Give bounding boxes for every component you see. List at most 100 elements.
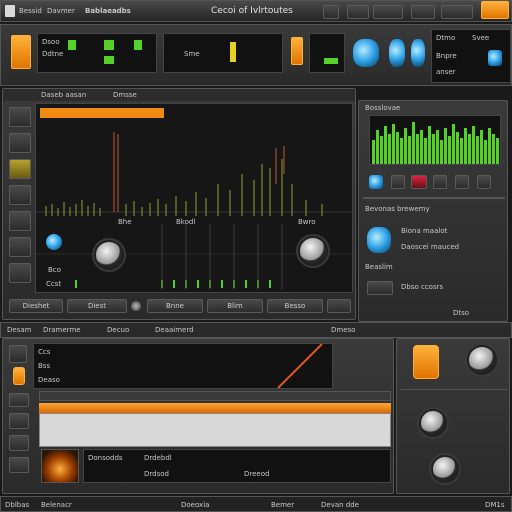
status-label-3: Doeoxia — [181, 501, 210, 509]
footer-button-2[interactable]: Diest — [67, 299, 127, 313]
sidebar-button-6[interactable] — [9, 237, 31, 257]
mixer-side-button-4[interactable] — [9, 413, 29, 429]
right-display-label-3: Bnpre — [436, 52, 457, 60]
mixer-header-label-3: Decuo — [107, 326, 130, 334]
status-label-1: Dblbas — [5, 501, 30, 509]
status-bar: Dblbas Belenacr Doeoxia Bemer Devan dde … — [0, 496, 512, 512]
editor-header-field: Dmsse — [113, 91, 137, 99]
footer-button-1[interactable]: Dieshet — [9, 299, 63, 313]
mixer-side-button-6[interactable] — [9, 457, 29, 473]
status-label-2: Belenacr — [41, 501, 72, 509]
editor-canvas[interactable]: Bhe Bkodl Bwro Bco Ccst — [35, 103, 353, 293]
window-title: Cecoi of Ivlrtoutes — [211, 6, 293, 16]
right-display-indicator — [488, 50, 502, 66]
transport-orange-fader[interactable] — [291, 37, 303, 65]
track-lanes: Donsodds Drdebdl Drdsod Dreeod — [83, 449, 391, 483]
toolbar-button-d[interactable] — [411, 5, 435, 19]
rack-orange-switch[interactable] — [413, 345, 439, 379]
status-label-6: DM1s — [485, 501, 505, 509]
editor-knob-left[interactable] — [94, 240, 124, 270]
spectrum-bottom-label: Dtso — [453, 309, 470, 317]
rack-knob-2[interactable] — [419, 409, 447, 437]
sidebar-button-5[interactable] — [9, 211, 31, 231]
timeline-lane[interactable] — [39, 413, 391, 447]
editor-blue-button[interactable] — [46, 234, 62, 250]
toolbar-button-a[interactable] — [323, 5, 339, 19]
editor-tab-3[interactable]: Bwro — [298, 218, 316, 226]
spectrum-control-3[interactable] — [411, 175, 427, 189]
spectrum-caption-1: Bevonas brewemy — [365, 205, 430, 213]
rack-divider — [401, 389, 507, 390]
footer-button-4[interactable]: Blim — [207, 299, 263, 313]
transport-display-label-2: Ddtne — [42, 50, 64, 58]
footer-button-5[interactable]: Besso — [267, 299, 323, 313]
mixer-side-button-3[interactable] — [9, 393, 29, 407]
timeline-ruler — [39, 391, 391, 401]
editor-knob-right[interactable] — [298, 236, 328, 266]
automation-line — [277, 344, 323, 389]
timeline-orange-track[interactable] — [39, 403, 391, 413]
level-meter-1 — [68, 40, 76, 50]
sidebar-button-1[interactable] — [9, 107, 31, 127]
right-display-label-1: Dtmo — [436, 34, 456, 42]
track-thumbnail[interactable] — [41, 449, 79, 483]
transport-display-right — [309, 33, 345, 73]
top-label-1[interactable]: Bessid — [19, 7, 42, 15]
spectrum-control-4[interactable] — [433, 175, 447, 189]
footer-button-6[interactable] — [327, 299, 351, 313]
monitor-knob-2[interactable] — [389, 39, 405, 67]
transport-play-button[interactable] — [11, 35, 31, 69]
level-meter-3 — [134, 40, 142, 50]
transport-section: Dsoo Ddtne Sme Dtmo Svee Bnpre anser — [0, 24, 512, 86]
transport-indicator — [230, 42, 236, 62]
spectrum-control-2[interactable] — [391, 175, 405, 189]
status-label-5: Devan dde — [321, 501, 359, 509]
editor-knob-readout-2: Ccst — [46, 280, 62, 288]
spectrum-control-1[interactable] — [369, 175, 383, 189]
editor-sidebar — [7, 103, 33, 313]
spectrum-header: Bosslovae — [365, 104, 401, 112]
top-label-2[interactable]: Davmer — [47, 7, 75, 15]
rack-knob-1[interactable] — [467, 345, 497, 375]
knob-rack — [396, 338, 510, 494]
transport-display-label-3: Sme — [184, 50, 200, 58]
editor-waveform — [36, 132, 352, 290]
top-label-3[interactable]: Bablaeadbs — [85, 7, 131, 15]
top-toolbar: Bessid Davmer Bablaeadbs Cecoi of Ivlrto… — [0, 0, 512, 22]
menu-icon[interactable] — [5, 5, 15, 17]
footer-indicator — [131, 301, 141, 311]
right-display: Dtmo Svee Bnpre anser — [431, 29, 511, 83]
record-button[interactable] — [481, 1, 509, 19]
mixer-side-button-2[interactable] — [13, 367, 25, 385]
sidebar-button-7[interactable] — [9, 263, 31, 283]
spectrum-control-6[interactable] — [477, 175, 491, 189]
monitor-knob-1[interactable] — [353, 39, 379, 67]
toolbar-button-e[interactable] — [441, 5, 473, 19]
mixer-side-button-1[interactable] — [9, 345, 27, 363]
sidebar-button-4[interactable] — [9, 185, 31, 205]
sidebar-button-3[interactable] — [9, 159, 31, 179]
rack-knob-3[interactable] — [431, 455, 459, 483]
right-meter — [324, 58, 338, 64]
right-display-label-4: anser — [436, 68, 456, 76]
editor-tab-2[interactable]: Bkodl — [176, 218, 195, 226]
sidebar-button-2[interactable] — [9, 133, 31, 153]
spectrum-footer-button[interactable] — [367, 281, 393, 295]
spectrum-bars — [372, 122, 499, 164]
transport-display-left: Dsoo Ddtne — [37, 33, 157, 73]
transport-display-label-1: Dsoo — [42, 38, 60, 46]
spectrum-caption-3: Daoscei mauced — [401, 243, 460, 251]
editor-footer: Dieshet Diest Bnne Blim Besso — [7, 297, 353, 317]
main-editor-frame: Daseb aasan Dmsse Bhe Bkodl Bwro Bco Ccs… — [2, 88, 356, 320]
transport-display-mid: Sme — [163, 33, 283, 73]
editor-tab-1[interactable]: Bhe — [118, 218, 132, 226]
toolbar-button-c[interactable] — [373, 5, 403, 19]
spectrum-logo-knob[interactable] — [367, 227, 391, 253]
mixer-header: Desam Dramerme Decuo Deaaimerd Dmeso — [0, 322, 512, 338]
toolbar-button-b[interactable] — [347, 5, 369, 19]
mixer-side-button-5[interactable] — [9, 435, 29, 451]
footer-button-3[interactable]: Bnne — [147, 299, 203, 313]
spectrum-control-5[interactable] — [455, 175, 469, 189]
spectrum-footer-field: Dbso ccosrs — [401, 283, 444, 291]
monitor-knob-3[interactable] — [411, 39, 425, 67]
